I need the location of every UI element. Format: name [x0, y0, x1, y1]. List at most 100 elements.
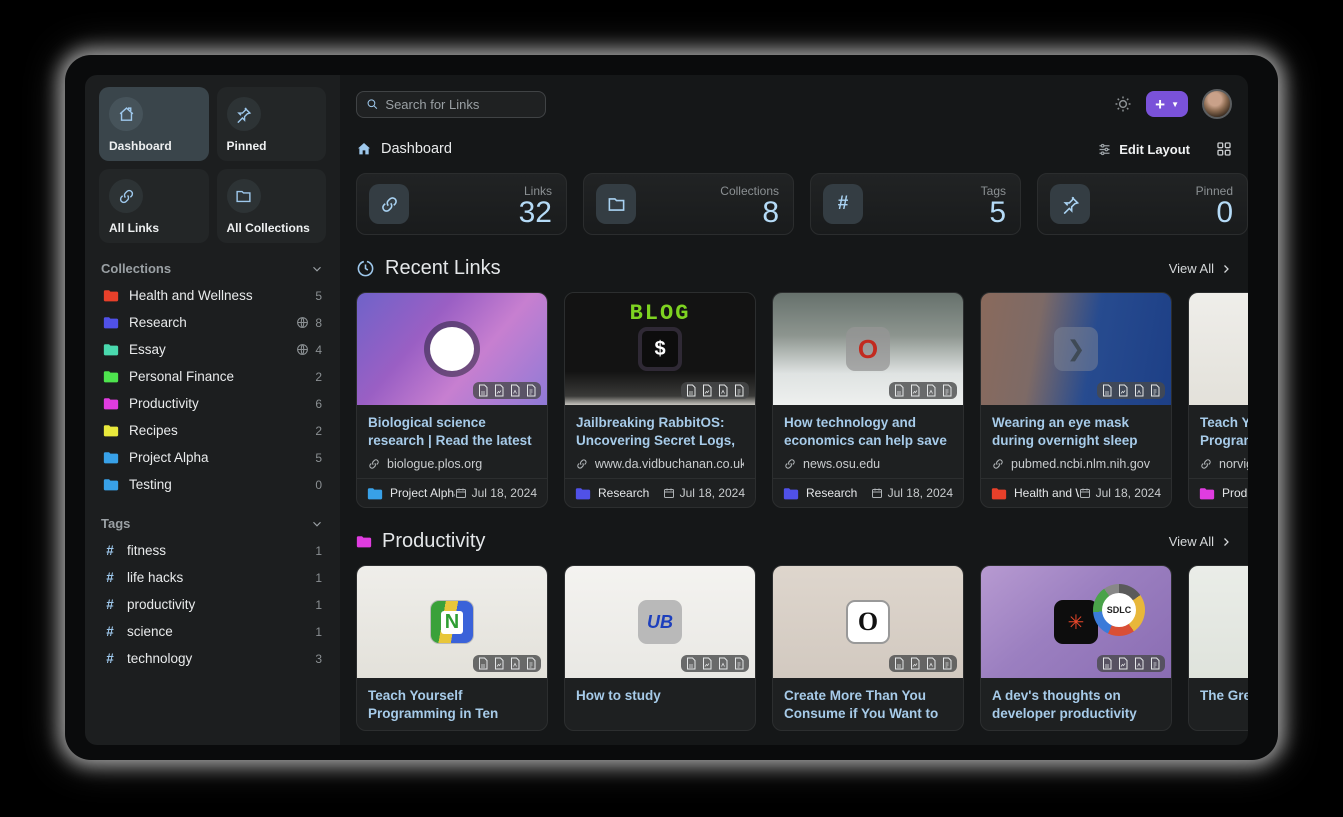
- link-thumbnail: O: [773, 293, 963, 405]
- collection-name: Testing: [129, 477, 305, 492]
- collection-item[interactable]: Essay 4: [99, 336, 326, 363]
- add-new-button[interactable]: + ▼: [1146, 91, 1188, 117]
- site-logo: O: [846, 327, 890, 371]
- link-title: How technology and economics can help sa…: [784, 414, 952, 450]
- folder-icon: [103, 424, 119, 437]
- collection-item[interactable]: Testing 0: [99, 471, 326, 498]
- stat-card-collections[interactable]: Collections 8: [583, 173, 794, 235]
- thumbnail-text: BLOG: [565, 301, 755, 326]
- collection-count: 4: [315, 343, 322, 357]
- link-date: Jul 18, 2024: [455, 486, 537, 500]
- stat-card-pinned[interactable]: Pinned 0: [1037, 173, 1248, 235]
- tag-name: fitness: [127, 543, 305, 558]
- link-card[interactable]: ❯ Wearing an eye mask during overnight s…: [980, 292, 1172, 508]
- link-thumbnail: BLOG $: [565, 293, 755, 405]
- collection-item[interactable]: Productivity 6: [99, 390, 326, 417]
- link-card[interactable]: UB How to study: [564, 565, 756, 731]
- link-collection[interactable]: Project Alpha: [367, 486, 455, 500]
- link-collection[interactable]: Health and Well...: [991, 486, 1079, 500]
- tag-item[interactable]: # fitness 1: [99, 537, 326, 564]
- link-url: pubmed.ncbi.nlm.nih.gov: [1011, 457, 1150, 471]
- view-all-productivity-button[interactable]: View All: [1169, 534, 1232, 549]
- search-bar[interactable]: [356, 91, 546, 118]
- search-input[interactable]: [385, 97, 536, 112]
- link-collection[interactable]: Research: [575, 486, 649, 500]
- link-card[interactable]: Teach Yourself Programming in Ten Years …: [1188, 292, 1248, 508]
- view-all-recent-button[interactable]: View All: [1169, 261, 1232, 276]
- page-title: Dashboard: [381, 141, 452, 157]
- link-collection[interactable]: Research: [783, 486, 857, 500]
- collections-header[interactable]: Collections: [101, 261, 324, 276]
- tag-count: 3: [315, 652, 322, 666]
- clock-icon: [356, 259, 375, 278]
- collection-item[interactable]: Personal Finance 2: [99, 363, 326, 390]
- site-logo: ❯: [1054, 327, 1098, 371]
- sidebar-item-label: Dashboard: [109, 139, 199, 153]
- calendar-icon: [871, 487, 883, 499]
- link-card[interactable]: O Create More Than You Consume if You Wa…: [772, 565, 964, 731]
- link-card[interactable]: BLOG $ Jailbreaking RabbitOS: Uncovering…: [564, 292, 756, 508]
- theme-toggle-button[interactable]: [1114, 95, 1132, 113]
- link-url: norvig.com: [1219, 457, 1248, 471]
- link-thumbnail: O: [773, 566, 963, 678]
- collection-item[interactable]: Recipes 2: [99, 417, 326, 444]
- stat-card-links[interactable]: Links 32: [356, 173, 567, 235]
- link-card[interactable]: Biological science research | Read the l…: [356, 292, 548, 508]
- sidebar-item-label: All Links: [109, 221, 199, 235]
- tag-item[interactable]: # science 1: [99, 618, 326, 645]
- link-date: Jul 18, 2024: [663, 486, 745, 500]
- collection-item[interactable]: Project Alpha 5: [99, 444, 326, 471]
- sidebar-item-all-links[interactable]: All Links: [99, 169, 209, 243]
- screenshot-icon: [493, 657, 505, 670]
- folder-icon: [103, 289, 119, 302]
- link-collection[interactable]: Productivity: [1199, 486, 1248, 500]
- collection-item[interactable]: Research 8: [99, 309, 326, 336]
- folder-icon: [103, 343, 119, 356]
- link-card[interactable]: The Grea… Hack: Le…: [1188, 565, 1248, 731]
- collection-name: Essay: [129, 342, 286, 357]
- productivity-header: Productivity View All: [356, 530, 1248, 553]
- chevron-down-icon[interactable]: [310, 262, 324, 276]
- sidebar-item-label: All Collections: [227, 221, 317, 235]
- tag-item[interactable]: # productivity 1: [99, 591, 326, 618]
- sidebar-item-all-collections[interactable]: All Collections: [217, 169, 327, 243]
- tags-header-label: Tags: [101, 516, 130, 531]
- calendar-icon: [1079, 487, 1091, 499]
- link-icon: [784, 458, 796, 470]
- tag-count: 1: [315, 598, 322, 612]
- collection-name: Recipes: [129, 423, 305, 438]
- screenshot-icon: [1117, 657, 1129, 670]
- collection-name: Research: [129, 315, 286, 330]
- collections-list: Health and Wellness 5 Research 8: [99, 282, 326, 498]
- page-header: Dashboard Edit Layout: [356, 141, 1248, 157]
- collection-item[interactable]: Health and Wellness 5: [99, 282, 326, 309]
- link-title: Jailbreaking RabbitOS: Uncovering Secret…: [576, 414, 744, 450]
- tag-item[interactable]: # life hacks 1: [99, 564, 326, 591]
- edit-layout-button[interactable]: Edit Layout: [1097, 142, 1190, 157]
- link-card[interactable]: N Teach Yourself Programming in Ten Year…: [356, 565, 548, 731]
- tag-item[interactable]: # technology 3: [99, 645, 326, 672]
- link-card[interactable]: O How technology and economics can help …: [772, 292, 964, 508]
- grid-view-button[interactable]: [1216, 141, 1232, 157]
- sidebar-item-dashboard[interactable]: Dashboard: [99, 87, 209, 161]
- html-preview-icon: [893, 657, 905, 670]
- link-title: A dev's thoughts on developer productivi…: [992, 687, 1160, 723]
- avatar[interactable]: [1202, 89, 1232, 119]
- pdf-icon: [717, 384, 729, 397]
- chevron-down-icon[interactable]: [310, 517, 324, 531]
- stat-card-tags[interactable]: # Tags 5: [810, 173, 1021, 235]
- chevron-right-icon: [1220, 263, 1232, 275]
- folder-icon: [367, 487, 383, 500]
- sidebar-item-pinned[interactable]: Pinned: [217, 87, 327, 161]
- collection-count: 8: [315, 316, 322, 330]
- link-card[interactable]: ✳ SDLC A dev's thoughts on developer pro…: [980, 565, 1172, 731]
- collection-count: 2: [315, 424, 322, 438]
- hash-icon: #: [103, 543, 117, 558]
- tags-list: # fitness 1 # life hacks 1 # productivit…: [99, 537, 326, 672]
- collection-count: 0: [315, 478, 322, 492]
- tags-header[interactable]: Tags: [101, 516, 324, 531]
- collection-name: Project Alpha: [129, 450, 305, 465]
- readable-icon: [733, 384, 745, 397]
- main-content: + ▼ Dashboard Edit Layout: [340, 75, 1248, 745]
- screenshot-icon: [701, 384, 713, 397]
